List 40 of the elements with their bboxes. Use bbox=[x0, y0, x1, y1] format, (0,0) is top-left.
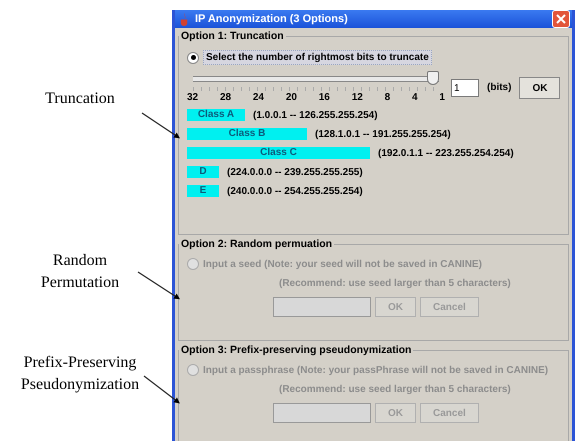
address-range: (224.0.0.0 -- 239.255.255.255) bbox=[227, 166, 363, 178]
annotation-label: Prefix-Preserving Pseudonymization bbox=[20, 353, 140, 395]
close-icon bbox=[556, 14, 566, 24]
bits-input-field[interactable]: 1 bbox=[451, 79, 479, 97]
ok-button[interactable]: OK bbox=[519, 77, 560, 99]
annotation-label: Truncation bbox=[44, 89, 116, 109]
section-title: Option 3: Prefix-preserving pseudonymization bbox=[180, 344, 412, 356]
tick-label: 8 bbox=[384, 92, 390, 103]
pointer-arrow bbox=[142, 112, 180, 138]
hint-text: (Recommend: use seed larger than 5 characters) bbox=[279, 384, 512, 395]
tick-label: 32 bbox=[187, 92, 198, 103]
class-bar: E bbox=[187, 185, 219, 197]
section-title: Option 1: Truncation bbox=[180, 30, 285, 42]
unit-label: (bits) bbox=[487, 82, 512, 93]
address-range: (192.0.1.1 -- 223.255.254.254) bbox=[378, 148, 514, 158]
pointer-arrow bbox=[144, 376, 180, 404]
section-title: Option 2: Random permuation bbox=[180, 238, 334, 250]
tick-label: 24 bbox=[252, 92, 264, 103]
slider-thumb[interactable] bbox=[427, 71, 439, 85]
class-bar: D bbox=[187, 166, 219, 178]
close-button[interactable] bbox=[552, 10, 570, 28]
radio-label[interactable]: Select the number of rightmost bits to truncate bbox=[203, 50, 432, 65]
pointer-arrow bbox=[138, 272, 180, 300]
class-bar: Class B bbox=[187, 128, 307, 140]
tick-label: 4 bbox=[412, 92, 418, 103]
tick-label: 20 bbox=[286, 92, 297, 103]
class-bar: Class A bbox=[187, 109, 245, 121]
tick-label: 12 bbox=[352, 92, 363, 103]
annotation-label: Random Permutation bbox=[40, 251, 120, 293]
hint-text: (Recommend: use seed larger than 5 characters) bbox=[279, 278, 512, 289]
tick-label: 1 bbox=[439, 92, 445, 103]
class-bar: Class C bbox=[187, 147, 370, 159]
java-cup-icon bbox=[179, 12, 190, 26]
address-range: (128.1.0.1 -- 191.255.255.254) bbox=[315, 128, 451, 140]
radio-button[interactable] bbox=[187, 52, 199, 64]
tick-label: 16 bbox=[318, 92, 330, 103]
address-range: (1.0.0.1 -- 126.255.255.254) bbox=[253, 110, 378, 120]
address-range: (240.0.0.0 -- 254.255.255.254) bbox=[227, 186, 363, 196]
tick-label: 28 bbox=[220, 92, 232, 103]
window-title: IP Anonymization (3 Options) bbox=[195, 13, 349, 25]
